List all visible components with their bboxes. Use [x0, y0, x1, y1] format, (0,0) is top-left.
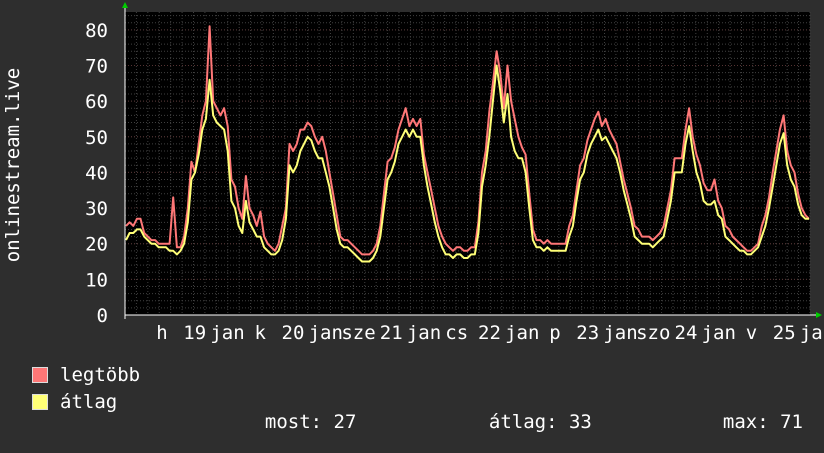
x-tick-label: jan [407, 322, 441, 344]
x-tick-label: 23 [576, 322, 599, 344]
y-tick-label: 50 [85, 127, 108, 149]
y-tick-label: 30 [85, 198, 108, 220]
y-tick-label: 0 [97, 305, 108, 327]
x-tick-label: 25 [773, 322, 796, 344]
x-axis-arrow [816, 312, 822, 318]
y-tick-label: 70 [85, 55, 108, 77]
y-tick-label: 80 [85, 20, 108, 42]
x-tick-label: jan [210, 322, 244, 344]
x-tick-label: v [746, 322, 757, 344]
x-tick-label: 22 [478, 322, 501, 344]
x-tick-label: szo [636, 322, 670, 344]
y-tick-label: 20 [85, 234, 108, 256]
x-tick-label: p [549, 322, 560, 344]
x-tick-label: jan [603, 322, 637, 344]
y-axis-arrow [122, 2, 128, 8]
x-tick-label: jan [702, 322, 736, 344]
y-tick-label: 40 [85, 162, 108, 184]
legend-max-label: legtöbb [60, 364, 141, 386]
y-tick-label: 60 [85, 91, 108, 113]
y-axis-title-container: onlinestream.live [2, 68, 24, 262]
x-tick-label: k [255, 322, 267, 344]
x-tick-label: jan [309, 322, 343, 344]
x-tick-label: sze [341, 322, 375, 344]
chart: 01020304050607080 h 19 jan k 20 jansze 21 jan cs… [85, 2, 824, 344]
stat-max: max: 71 [700, 392, 803, 432]
legend-avg-label: átlag [60, 391, 118, 413]
legend-max-swatch [32, 367, 48, 383]
x-tick-label: 24 [675, 322, 698, 344]
legend-avg: átlag [32, 392, 117, 452]
x-tick-label: cs [445, 322, 468, 344]
stat-now: most: 27 [242, 392, 357, 432]
x-tick-label: h [156, 322, 167, 344]
x-tick-labels: h 19 jan k 20 jansze 21 jan cs 22 jan p 23 janszo 24 ja… [156, 322, 824, 344]
x-tick-label: jan [800, 322, 824, 344]
x-tick-label: 21 [380, 322, 403, 344]
legend-avg-swatch [32, 394, 48, 410]
y-tick-label: 10 [85, 269, 108, 291]
x-tick-label: 20 [282, 322, 305, 344]
x-tick-label: 19 [183, 322, 206, 344]
stat-avg: átlag: 33 [466, 392, 592, 432]
x-tick-label: jan [505, 322, 539, 344]
y-axis-title: onlinestream.live [2, 68, 24, 262]
y-tick-labels: 0 10 20 30 40 50 60 70 80 [85, 20, 108, 327]
